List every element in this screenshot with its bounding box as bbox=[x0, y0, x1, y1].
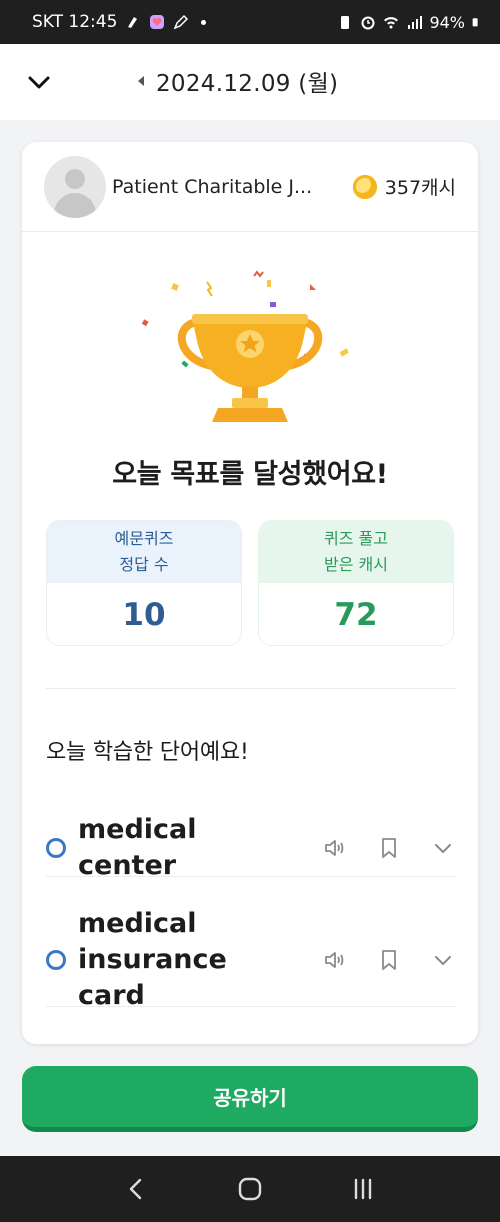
quiz-cash-stat: 퀴즈 풀고 받은 캐시 72 bbox=[258, 520, 454, 646]
home-icon[interactable] bbox=[233, 1172, 267, 1206]
alarm-icon bbox=[361, 16, 375, 30]
section-divider bbox=[46, 688, 456, 689]
date-selector: 2024.12.09 (월) bbox=[138, 64, 338, 98]
status-ring-icon bbox=[46, 950, 66, 970]
quiz-label-line2: 정답 수 bbox=[119, 555, 169, 574]
top-bar: 2024.12.09 (월) bbox=[0, 44, 500, 120]
recents-icon[interactable] bbox=[346, 1172, 380, 1206]
quiz-correct-value: 10 bbox=[47, 583, 241, 645]
quiz-correct-stat: 예문퀴즈 정답 수 10 bbox=[46, 520, 242, 646]
chevron-down-icon[interactable] bbox=[26, 70, 52, 96]
status-bar: SKT 12:45 94% bbox=[0, 0, 500, 44]
word-text: medical center bbox=[78, 814, 197, 881]
words-section-title: 오늘 학습한 단어예요! bbox=[46, 740, 249, 765]
cash-text: 357캐시 bbox=[384, 177, 456, 199]
dot-icon bbox=[201, 19, 207, 25]
word-row[interactable]: medical insurance card bbox=[46, 906, 456, 1014]
result-headline: 오늘 목표를 달성했어요! bbox=[112, 459, 388, 490]
profile-row: Patient Charitable J... 357캐시 bbox=[22, 142, 478, 232]
system-nav-bar bbox=[0, 1156, 500, 1222]
cash-balance: 357캐시 bbox=[352, 173, 456, 200]
signal-icon bbox=[408, 16, 423, 29]
status-right: 94% bbox=[337, 13, 482, 32]
quiz-cash-label: 퀴즈 풀고 받은 캐시 bbox=[259, 521, 453, 583]
battery-percent: 94% bbox=[429, 12, 465, 32]
word-tools bbox=[322, 947, 456, 973]
chevron-down-icon[interactable] bbox=[430, 947, 456, 973]
result-card: Patient Charitable J... 357캐시 오늘 목표를 달성했… bbox=[22, 142, 478, 1044]
speaker-icon[interactable] bbox=[322, 947, 348, 973]
quiz-label-line1: 예문퀴즈 bbox=[114, 529, 174, 548]
cash-label-line1: 퀴즈 풀고 bbox=[324, 529, 388, 548]
quiz-cash-value: 72 bbox=[259, 583, 453, 645]
cash-label-line2: 받은 캐시 bbox=[324, 555, 388, 574]
user-name: Patient Charitable J... bbox=[112, 175, 313, 198]
status-ring-icon bbox=[46, 838, 66, 858]
wifi-icon bbox=[384, 17, 399, 29]
word-row[interactable]: medical center bbox=[46, 812, 456, 884]
notification-icon bbox=[128, 17, 138, 28]
word-tools bbox=[322, 835, 456, 861]
triangle-left-icon[interactable] bbox=[138, 76, 144, 86]
trophy-icon bbox=[141, 270, 349, 422]
back-icon[interactable] bbox=[120, 1172, 154, 1206]
coin-icon bbox=[352, 174, 377, 199]
chevron-down-icon[interactable] bbox=[430, 835, 456, 861]
share-button[interactable]: 공유하기 bbox=[22, 1066, 478, 1132]
speaker-icon[interactable] bbox=[322, 835, 348, 861]
battery-icon bbox=[472, 18, 478, 27]
avatar bbox=[44, 155, 106, 218]
bookmark-icon[interactable] bbox=[376, 835, 402, 861]
bookmark-icon[interactable] bbox=[376, 947, 402, 973]
word-text: medical insurance card bbox=[78, 908, 227, 1011]
row-divider bbox=[46, 1006, 456, 1007]
quiz-correct-label: 예문퀴즈 정답 수 bbox=[47, 521, 241, 583]
carrier-time: SKT 12:45 bbox=[32, 12, 118, 32]
row-divider bbox=[46, 876, 456, 877]
date-text: 2024.12.09 (월) bbox=[156, 71, 339, 97]
battery-saver-icon bbox=[341, 16, 350, 29]
app-heart-icon bbox=[150, 15, 165, 29]
status-left: SKT 12:45 bbox=[32, 12, 207, 32]
pencil-icon bbox=[174, 14, 189, 30]
